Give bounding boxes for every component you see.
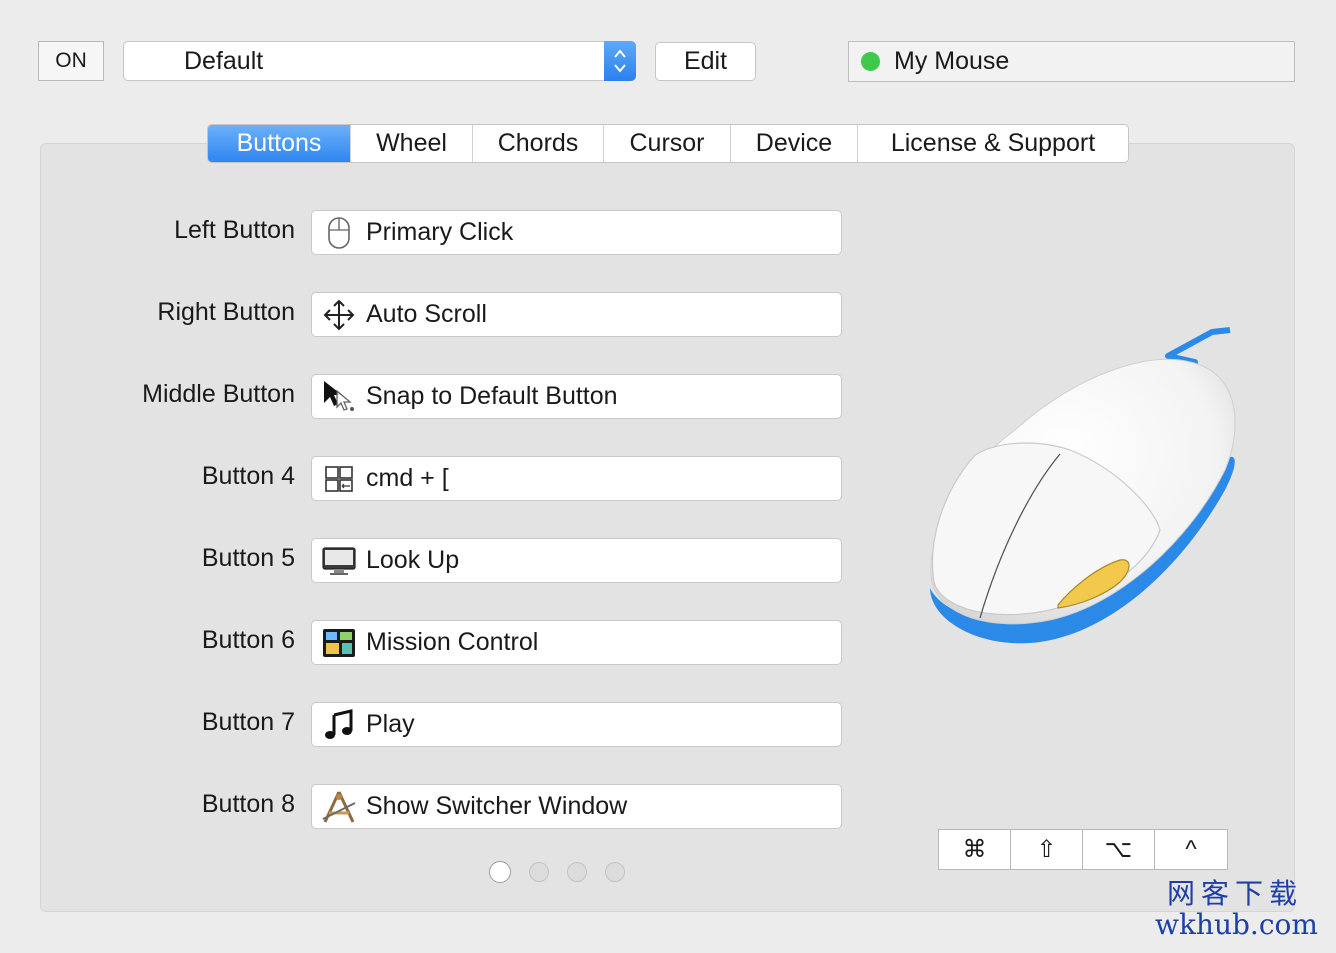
watermark-cn: 网客下载: [1166, 877, 1303, 910]
action-field-7[interactable]: Play: [311, 702, 842, 747]
page-dot-3[interactable]: [567, 862, 587, 882]
button-label-left: Left Button: [174, 216, 295, 244]
shift-key-toggle[interactable]: ⇧: [1011, 830, 1083, 869]
tab-wheel[interactable]: Wheel: [351, 125, 473, 162]
app-window: ON Default Edit My Mouse Buttons Wheel C…: [0, 0, 1336, 953]
action-text-8: Show Switcher Window: [366, 792, 628, 820]
page-dot-1[interactable]: [489, 861, 511, 883]
button-label-6: Button 6: [201, 626, 295, 654]
on-toggle-button[interactable]: ON: [38, 41, 104, 81]
device-name: My Mouse: [894, 47, 1010, 75]
action-field-6[interactable]: Mission Control: [311, 620, 842, 665]
edit-button[interactable]: Edit: [655, 42, 756, 81]
cursor-snap-icon: [320, 378, 358, 416]
action-field-middle[interactable]: Snap to Default Button: [311, 374, 842, 419]
mouse-icon: [320, 214, 358, 252]
action-text-5: Look Up: [366, 546, 460, 574]
button-label-7: Button 7: [201, 708, 295, 736]
button-label-8: Button 8: [201, 790, 295, 818]
action-text-right: Auto Scroll: [366, 300, 487, 328]
watermark-en: wkhub.com: [1155, 908, 1318, 941]
device-field[interactable]: My Mouse: [848, 41, 1295, 82]
action-text-left: Primary Click: [366, 218, 514, 246]
move-arrows-icon: [320, 296, 358, 334]
app-switcher-icon: [320, 788, 358, 826]
tab-cursor[interactable]: Cursor: [604, 125, 731, 162]
tab-bar: Buttons Wheel Chords Cursor Device Licen…: [207, 124, 1129, 163]
keyboard-shortcut-icon: [320, 460, 358, 498]
status-dot-icon: [861, 52, 880, 71]
chevron-up-down-icon[interactable]: [604, 41, 636, 81]
action-text-6: Mission Control: [366, 628, 539, 656]
page-dot-4[interactable]: [605, 862, 625, 882]
tab-device[interactable]: Device: [731, 125, 858, 162]
display-icon: [320, 542, 358, 580]
page-indicator: [489, 861, 625, 883]
tab-buttons[interactable]: Buttons: [208, 125, 351, 162]
button-label-middle: Middle Button: [142, 380, 295, 408]
mission-control-icon: [320, 624, 358, 662]
button-label-right: Right Button: [157, 298, 295, 326]
page-dot-2[interactable]: [529, 862, 549, 882]
control-key-toggle[interactable]: ^: [1155, 830, 1227, 869]
action-field-5[interactable]: Look Up: [311, 538, 842, 583]
action-field-right[interactable]: Auto Scroll: [311, 292, 842, 337]
music-note-icon: [320, 706, 358, 744]
button-label-5: Button 5: [201, 544, 295, 572]
action-field-4[interactable]: cmd + [: [311, 456, 842, 501]
watermark: 网客下载 wkhub.com: [1155, 877, 1318, 941]
option-key-toggle[interactable]: ⌥: [1083, 830, 1155, 869]
action-text-middle: Snap to Default Button: [366, 382, 618, 410]
action-field-8[interactable]: Show Switcher Window: [311, 784, 842, 829]
preset-value: Default: [184, 46, 264, 75]
tab-license-support[interactable]: License & Support: [858, 125, 1128, 162]
tab-chords[interactable]: Chords: [473, 125, 604, 162]
button-label-4: Button 4: [201, 462, 295, 490]
action-text-4: cmd + [: [366, 464, 449, 492]
action-text-7: Play: [366, 710, 415, 738]
mouse-illustration: [920, 320, 1250, 665]
preset-select[interactable]: Default: [123, 41, 636, 81]
command-key-toggle[interactable]: ⌘: [939, 830, 1011, 869]
action-field-left[interactable]: Primary Click: [311, 210, 842, 255]
modifier-keys: ⌘ ⇧ ⌥ ^: [938, 829, 1228, 870]
